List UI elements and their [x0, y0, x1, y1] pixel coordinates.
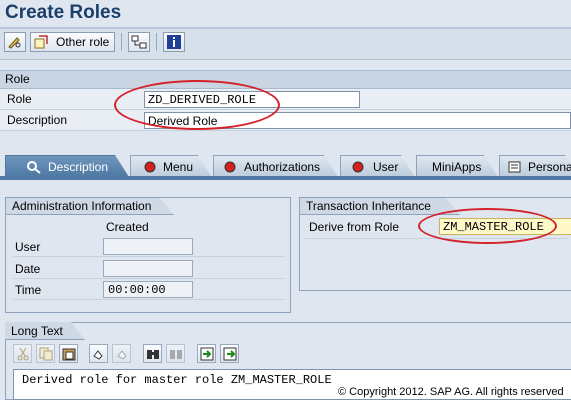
- highlight-ellipse: [114, 80, 280, 130]
- copy-button[interactable]: [36, 344, 55, 363]
- toolbar-separator: [156, 33, 157, 51]
- find-next-button[interactable]: [166, 344, 185, 363]
- tab-miniapps[interactable]: MiniApps: [416, 155, 498, 177]
- tab-strip: Description Menu Authorizations User Min…: [0, 153, 571, 177]
- tab-description[interactable]: Description: [5, 155, 129, 177]
- administration-information-group: Administration Information Created User …: [5, 197, 291, 313]
- created-by-user-field: [103, 238, 193, 255]
- tab-label: Description: [48, 160, 109, 174]
- description-label: Description: [7, 113, 68, 127]
- page-title: Create Roles: [5, 2, 122, 23]
- tab-label: Menu: [163, 160, 194, 174]
- tab-user[interactable]: User: [340, 155, 415, 177]
- tab-label: Authorizations: [244, 160, 321, 174]
- highlight-ellipse: [418, 208, 557, 244]
- download-button[interactable]: [220, 344, 239, 363]
- redo-button[interactable]: [112, 344, 131, 363]
- inheritance-group-header: Transaction Inheritance: [300, 198, 460, 215]
- long-text-content: Derived role for master role ZM_MASTER_R…: [22, 373, 332, 387]
- paste-button[interactable]: [59, 344, 78, 363]
- information-button[interactable]: [163, 32, 185, 52]
- application-toolbar: Other role: [0, 29, 571, 60]
- other-role-button[interactable]: Other role: [30, 32, 115, 52]
- tab-label: MiniApps: [432, 160, 482, 174]
- created-at-time-field: 00:00:00: [103, 281, 193, 298]
- upload-button[interactable]: [197, 344, 216, 363]
- admin-group-header: Administration Information: [6, 198, 174, 215]
- role-label: Role: [7, 92, 32, 106]
- user-label: User: [15, 240, 41, 254]
- tab-menu[interactable]: Menu: [130, 155, 212, 177]
- tab-authorizations[interactable]: Authorizations: [213, 155, 338, 177]
- tab-label: Persona: [528, 160, 571, 174]
- hierarchy-button[interactable]: [128, 32, 150, 52]
- tab-label: User: [373, 160, 399, 174]
- time-label: Time: [15, 283, 42, 297]
- role-section-header: Role: [0, 70, 571, 89]
- derive-from-role-label: Derive from Role: [309, 220, 400, 234]
- toolbar-separator: [121, 33, 122, 51]
- created-on-date-field: [103, 260, 193, 277]
- tab-personalization[interactable]: Persona: [499, 155, 571, 177]
- find-button[interactable]: [143, 344, 162, 363]
- other-role-label: Other role: [56, 35, 110, 49]
- tab-baseline: [0, 176, 571, 180]
- role-row: Role ZD_DERIVED_ROLE: [0, 89, 571, 110]
- long-text-header: Long Text: [5, 322, 85, 340]
- role-header-section: Role Role ZD_DERIVED_ROLE Description De…: [0, 70, 571, 131]
- undo-button[interactable]: [89, 344, 108, 363]
- date-label: Date: [15, 262, 41, 276]
- copyright-notice: © Copyright 2012. SAP AG. All rights res…: [336, 386, 566, 398]
- role-section-title: Role: [5, 72, 30, 86]
- description-row: Description Derived Role: [0, 110, 571, 131]
- created-column-header: Created: [106, 220, 149, 234]
- display-change-button[interactable]: [4, 32, 26, 52]
- cut-button[interactable]: [13, 344, 32, 363]
